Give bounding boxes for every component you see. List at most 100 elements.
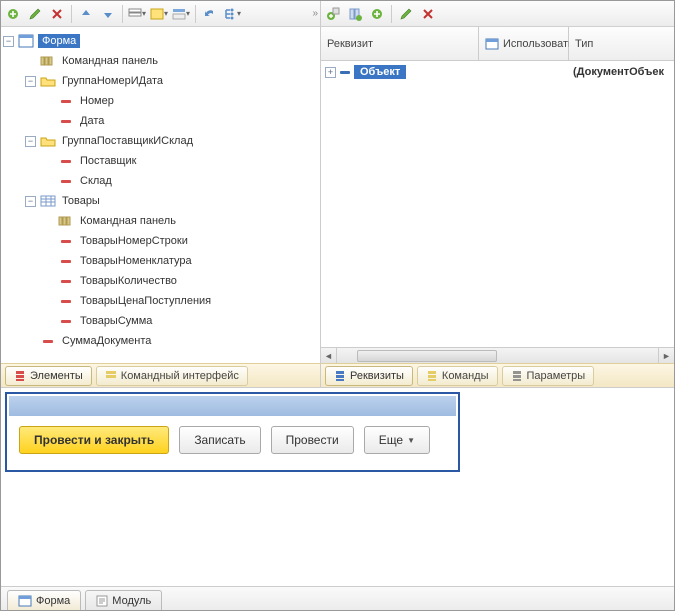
main-tab-strip: Форма Модуль bbox=[1, 586, 674, 610]
cmdpanel-icon bbox=[58, 214, 74, 228]
tree-root[interactable]: − Форма bbox=[3, 31, 318, 51]
scroll-thumb[interactable] bbox=[357, 350, 497, 362]
parameters-icon bbox=[511, 370, 523, 382]
tree-item-label: Командная панель bbox=[60, 54, 160, 68]
attribute-icon bbox=[340, 71, 350, 74]
tree-item[interactable]: Номер bbox=[3, 91, 318, 111]
form-tree[interactable]: − Форма Командная панель − ГруппаНомерИДат… bbox=[1, 27, 320, 363]
tab-commands[interactable]: Команды bbox=[417, 366, 498, 386]
attr-col-use[interactable]: Использовать bbox=[479, 27, 569, 60]
right-tab-strip: Реквизиты Команды Параметры bbox=[321, 363, 674, 387]
post-button[interactable]: Провести bbox=[271, 426, 354, 454]
form-preview-frame: Провести и закрыть Записать Провести Еще… bbox=[5, 392, 460, 472]
tab-elements-label: Элементы bbox=[30, 370, 83, 382]
tree-item-label: Склад bbox=[78, 174, 114, 188]
attr-col-type[interactable]: Тип bbox=[569, 27, 674, 60]
expander-icon[interactable]: − bbox=[25, 76, 36, 87]
attr-toolbar bbox=[321, 1, 674, 27]
expander-icon[interactable]: − bbox=[25, 136, 36, 147]
tree-item[interactable]: ТоварыНоменклатура bbox=[3, 251, 318, 271]
main-tab-module[interactable]: Модуль bbox=[85, 590, 162, 610]
move-up-button[interactable] bbox=[76, 4, 96, 24]
layout-button[interactable]: ▾ bbox=[171, 4, 191, 24]
tree-item[interactable]: − ГруппаНомерИДата bbox=[3, 71, 318, 91]
toolbar-expand-icon[interactable]: » bbox=[312, 8, 318, 19]
undo-button[interactable] bbox=[200, 4, 220, 24]
column-icon bbox=[485, 38, 499, 50]
tree-item[interactable]: СуммаДокумента bbox=[3, 331, 318, 351]
attr-edit-button[interactable] bbox=[396, 4, 416, 24]
form-icon bbox=[18, 34, 34, 48]
tree-item-label: Товары bbox=[60, 194, 102, 208]
post-and-close-button[interactable]: Провести и закрыть bbox=[19, 426, 169, 454]
tree-item[interactable]: − ГруппаПоставщикИСклад bbox=[3, 131, 318, 151]
tree-item-label: СуммаДокумента bbox=[60, 334, 153, 348]
preview-titlebar bbox=[9, 396, 456, 416]
expander-icon[interactable]: + bbox=[325, 67, 336, 78]
attr-add-button[interactable] bbox=[323, 4, 343, 24]
tree-item[interactable]: Командная панель bbox=[3, 51, 318, 71]
attr-delete-button[interactable] bbox=[418, 4, 438, 24]
expander-icon[interactable]: − bbox=[3, 36, 14, 47]
form-preview-area: Провести и закрыть Записать Провести Еще… bbox=[1, 387, 674, 586]
tree-item[interactable]: Дата bbox=[3, 111, 318, 131]
expander-icon[interactable]: − bbox=[25, 196, 36, 207]
scroll-right-icon[interactable]: ► bbox=[658, 348, 674, 363]
table-icon bbox=[40, 194, 56, 208]
scroll-left-icon[interactable]: ◄ bbox=[321, 348, 337, 363]
tree-item[interactable]: ТоварыЦенаПоступления bbox=[3, 291, 318, 311]
more-button[interactable]: Еще▼ bbox=[364, 426, 430, 454]
tree-item[interactable]: ТоварыСумма bbox=[3, 311, 318, 331]
folder-icon bbox=[40, 74, 56, 88]
command-interface-icon bbox=[105, 370, 117, 382]
attr-col-name[interactable]: Реквизит bbox=[321, 27, 479, 60]
attributes-icon bbox=[334, 370, 346, 382]
tree-toolbar: ▾ ▾ ▾ ▾ » bbox=[1, 1, 320, 27]
properties-button[interactable]: ▾ bbox=[127, 4, 147, 24]
delete-button[interactable] bbox=[47, 4, 67, 24]
tree-item-label: ГруппаНомерИДата bbox=[60, 74, 165, 88]
tab-attributes[interactable]: Реквизиты bbox=[325, 366, 413, 386]
tree-item[interactable]: − Товары bbox=[3, 191, 318, 211]
tree-item[interactable]: Поставщик bbox=[3, 151, 318, 171]
bar-red-icon bbox=[58, 94, 74, 108]
folder-icon bbox=[40, 134, 56, 148]
preview-command-bar: Провести и закрыть Записать Провести Еще… bbox=[9, 426, 456, 468]
tree-item-label: ГруппаПоставщикИСклад bbox=[60, 134, 195, 148]
tree-mode-button[interactable]: ▾ bbox=[222, 4, 242, 24]
attributes-panel: Реквизит Использовать Тип + Объект (Доку… bbox=[321, 1, 674, 387]
add-button[interactable] bbox=[3, 4, 23, 24]
attr-add-attr-button[interactable] bbox=[367, 4, 387, 24]
tab-command-interface[interactable]: Командный интерфейс bbox=[96, 366, 248, 386]
tree-item[interactable]: ТоварыНомерСтроки bbox=[3, 231, 318, 251]
attr-name: Объект bbox=[354, 65, 406, 79]
tree-item[interactable]: Склад bbox=[3, 171, 318, 191]
bar-red-icon bbox=[40, 334, 56, 348]
tab-elements[interactable]: Элементы bbox=[5, 366, 92, 386]
attr-add-col-button[interactable] bbox=[345, 4, 365, 24]
left-tab-strip: Элементы Командный интерфейс bbox=[1, 363, 320, 387]
attr-row-object[interactable]: + Объект (ДокументОбъек bbox=[321, 61, 674, 83]
h-scrollbar[interactable]: ◄ ► bbox=[321, 347, 674, 363]
bar-red-icon bbox=[58, 174, 74, 188]
main-tab-form[interactable]: Форма bbox=[7, 590, 81, 610]
bar-red-icon bbox=[58, 154, 74, 168]
view-mode-button[interactable]: ▾ bbox=[149, 4, 169, 24]
tree-item-label: Номер bbox=[78, 94, 116, 108]
write-button[interactable]: Записать bbox=[179, 426, 260, 454]
tree-item-label: ТоварыСумма bbox=[78, 314, 154, 328]
move-down-button[interactable] bbox=[98, 4, 118, 24]
bar-red-icon bbox=[58, 274, 74, 288]
elements-icon bbox=[14, 370, 26, 382]
tree-item[interactable]: Командная панель bbox=[3, 211, 318, 231]
tree-item-label: ТоварыНомерСтроки bbox=[78, 234, 190, 248]
module-icon bbox=[96, 595, 108, 607]
attr-body[interactable]: + Объект (ДокументОбъек bbox=[321, 61, 674, 347]
tree-item-label: Поставщик bbox=[78, 154, 138, 168]
tree-item-label: ТоварыНоменклатура bbox=[78, 254, 194, 268]
bar-red-icon bbox=[58, 254, 74, 268]
edit-button[interactable] bbox=[25, 4, 45, 24]
tab-parameters[interactable]: Параметры bbox=[502, 366, 595, 386]
tree-item[interactable]: ТоварыКоличество bbox=[3, 271, 318, 291]
chevron-down-icon: ▼ bbox=[407, 436, 415, 445]
